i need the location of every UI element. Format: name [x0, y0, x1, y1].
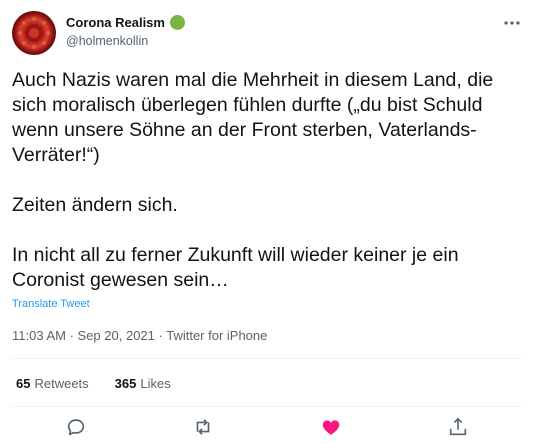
tweet-header: Corona Realism @holmenkollin: [12, 11, 525, 55]
user-handle[interactable]: @holmenkollin: [66, 34, 148, 48]
avatar[interactable]: [12, 11, 56, 55]
tweet-text: Auch Nazis waren mal die Mehrheit in die…: [12, 69, 494, 291]
virus-image: [17, 16, 51, 50]
likes-label: Likes: [140, 376, 171, 391]
reply-icon[interactable]: [65, 416, 87, 438]
likes-stat[interactable]: 365 Likes: [115, 376, 171, 391]
retweets-label: Retweets: [34, 376, 89, 391]
retweet-icon[interactable]: [192, 416, 214, 438]
green-circle-icon: [169, 15, 185, 30]
name-row: Corona Realism: [66, 15, 185, 30]
tweet-date[interactable]: Sep 20, 2021: [78, 328, 155, 343]
divider: [12, 406, 522, 407]
meta-separator: ·: [154, 328, 167, 343]
tweet-time[interactable]: 11:03 AM: [12, 328, 66, 343]
likes-count: 365: [114, 376, 137, 391]
divider: [12, 358, 522, 359]
tweet-actions: [0, 412, 537, 438]
tweet-card: Corona Realism @holmenkollin Auch Nazis …: [0, 0, 537, 438]
tweet-meta: 11:03 AM · Sep 20, 2021 · Twitter for iP…: [12, 328, 267, 343]
translate-tweet-link[interactable]: Translate Tweet: [12, 298, 90, 310]
tweet-source[interactable]: Twitter for iPhone: [166, 328, 267, 343]
share-icon[interactable]: [447, 416, 469, 438]
tweet-stats: 65 Retweets 365 Likes: [16, 376, 197, 391]
heart-icon[interactable]: [320, 416, 342, 438]
retweets-stat[interactable]: 65 Retweets: [16, 376, 89, 391]
display-name[interactable]: Corona Realism: [66, 15, 165, 30]
meta-separator: ·: [65, 328, 78, 343]
more-horizontal-icon[interactable]: [503, 15, 521, 31]
retweets-count: 65: [16, 376, 31, 391]
